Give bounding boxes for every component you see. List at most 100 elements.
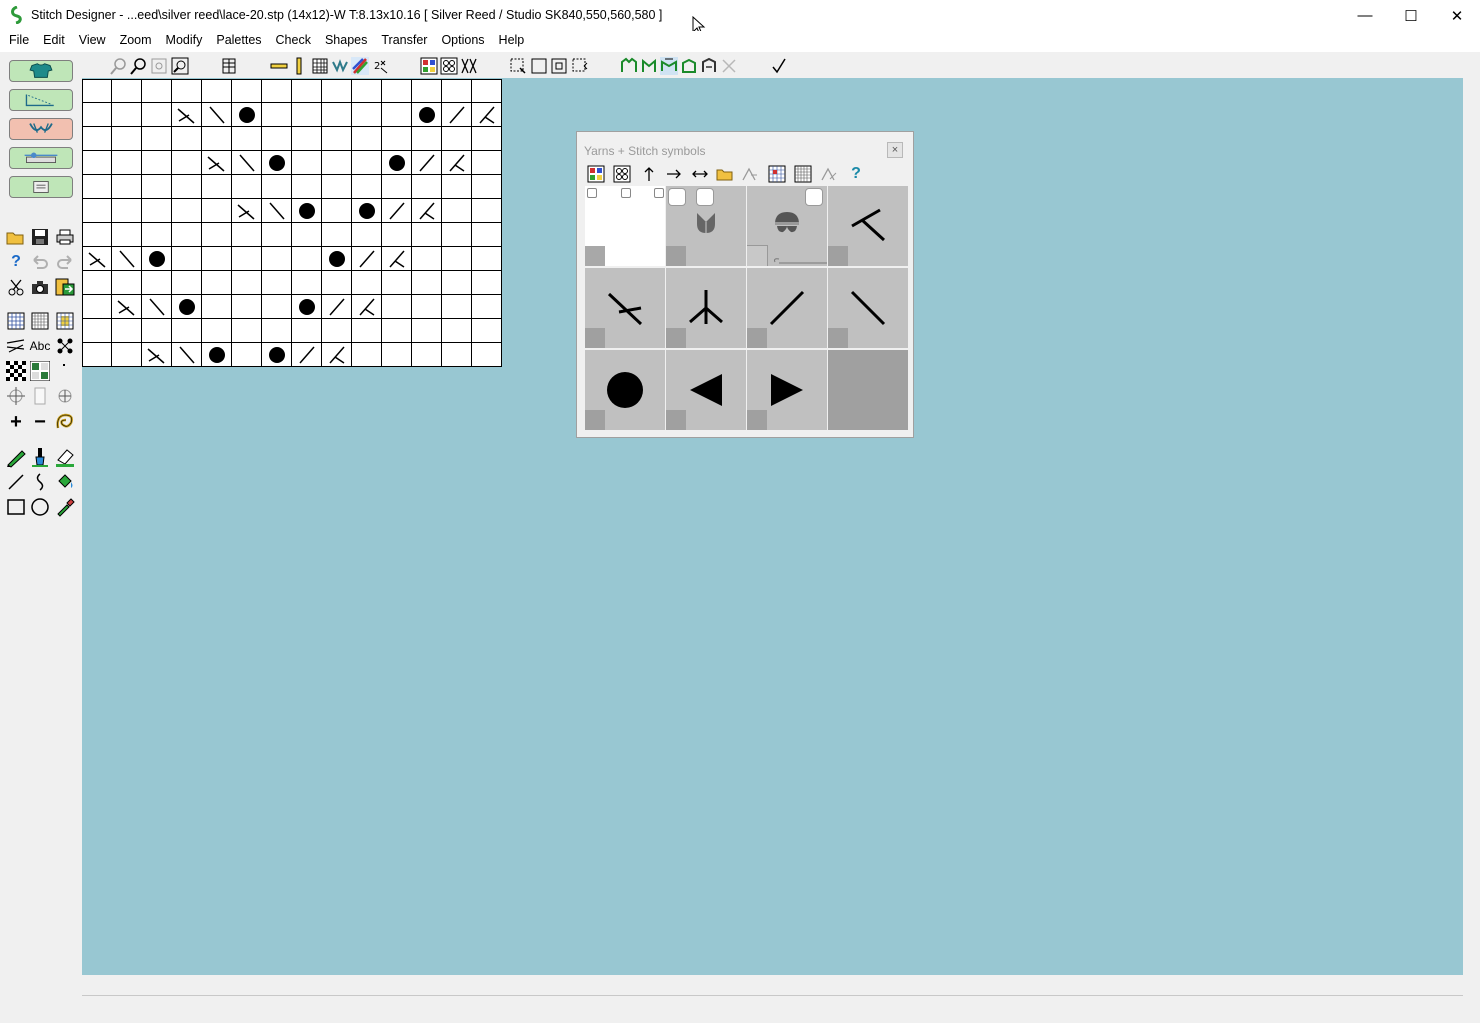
grid-cell[interactable] [382, 343, 412, 367]
grid-cell[interactable] [142, 223, 172, 247]
grid-cell[interactable] [112, 319, 142, 343]
grid-cell[interactable] [442, 127, 472, 151]
checkbox-small[interactable] [654, 188, 664, 198]
grid-cell[interactable] [262, 175, 292, 199]
grid-cell[interactable] [262, 199, 292, 223]
grid-cell[interactable] [472, 319, 502, 343]
grid-cell[interactable] [112, 247, 142, 271]
grid-cell[interactable] [202, 247, 232, 271]
grid-cell[interactable] [142, 319, 172, 343]
grid-cell[interactable] [82, 223, 112, 247]
rotate-button[interactable] [54, 385, 76, 407]
grid-cell[interactable] [232, 79, 262, 103]
move-up-icon[interactable] [640, 165, 658, 183]
grid-cell[interactable] [322, 295, 352, 319]
mirror-vertical-icon[interactable] [640, 57, 658, 75]
block-fill-button[interactable] [29, 360, 51, 382]
grid-cell[interactable] [472, 175, 502, 199]
grid-cell[interactable] [202, 175, 232, 199]
expand-pattern-icon[interactable] [700, 57, 718, 75]
grid-cell[interactable] [472, 223, 502, 247]
menu-file[interactable]: File [2, 31, 36, 52]
stitch-count-icon[interactable]: 2 [372, 57, 390, 75]
grid-cell[interactable] [142, 79, 172, 103]
knit-machine-icon[interactable] [220, 57, 238, 75]
chart-graph-button[interactable] [9, 89, 73, 111]
grid-cell[interactable] [82, 103, 112, 127]
grid-cell[interactable] [382, 223, 412, 247]
menu-palettes[interactable]: Palettes [209, 31, 268, 52]
pencil-tool-button[interactable] [5, 446, 27, 468]
select-region-icon[interactable] [509, 57, 527, 75]
grid-cell[interactable] [352, 127, 382, 151]
grid-cell[interactable] [112, 175, 142, 199]
brush-tool-button[interactable] [29, 446, 51, 468]
stitch-view-icon[interactable] [331, 57, 349, 75]
grid-cell[interactable] [172, 103, 202, 127]
fill-tool-button[interactable] [54, 471, 76, 493]
ellipse-tool-button[interactable] [29, 496, 51, 518]
grid-cell[interactable] [442, 295, 472, 319]
grid-cell[interactable] [82, 79, 112, 103]
grid-cell[interactable] [412, 103, 442, 127]
colour-chart-button[interactable] [54, 310, 76, 332]
swatch-transfer-forward[interactable] [747, 268, 827, 348]
swatch-checkbox[interactable] [696, 188, 714, 206]
grid-cell[interactable] [82, 199, 112, 223]
grid-cell[interactable] [382, 175, 412, 199]
grid-cell[interactable] [172, 271, 202, 295]
move-right-icon[interactable] [665, 165, 683, 183]
grid-cell[interactable] [382, 295, 412, 319]
grid-cell[interactable] [442, 103, 472, 127]
menu-help[interactable]: Help [492, 31, 532, 52]
rectangle-tool-button[interactable] [5, 496, 27, 518]
grid-cell[interactable] [232, 295, 262, 319]
grid-cell[interactable] [232, 223, 262, 247]
lace-transfer-icon[interactable] [720, 57, 738, 75]
grid-cell[interactable] [292, 199, 322, 223]
grid-cell[interactable] [172, 247, 202, 271]
grid-cell[interactable] [472, 271, 502, 295]
grid-cell[interactable] [322, 79, 352, 103]
grid-cell[interactable] [82, 175, 112, 199]
close-window-button[interactable]: ✕ [1434, 0, 1480, 31]
swatch-k2tog-right[interactable] [585, 268, 665, 348]
grid-cell[interactable] [382, 127, 412, 151]
grid-cell[interactable] [172, 79, 202, 103]
grid-cell[interactable] [142, 175, 172, 199]
stitch-chart-grid[interactable] [82, 79, 502, 367]
mirror-horizontal-icon[interactable] [620, 57, 638, 75]
grid-cell[interactable] [472, 247, 502, 271]
grid-cell[interactable] [322, 127, 352, 151]
grid-cell[interactable] [352, 175, 382, 199]
vertical-ruler-icon[interactable] [290, 57, 308, 75]
repeat-pattern-icon[interactable] [680, 57, 698, 75]
eraser-tool-button[interactable] [54, 446, 76, 468]
grid-cell[interactable] [352, 103, 382, 127]
stitch-pattern-button[interactable] [9, 118, 73, 140]
grid-cell[interactable] [382, 151, 412, 175]
grid-cell[interactable] [412, 295, 442, 319]
cast-on-button[interactable] [5, 335, 27, 357]
grid-icon[interactable] [311, 57, 329, 75]
grid-cell[interactable] [442, 223, 472, 247]
grid-cell[interactable] [232, 319, 262, 343]
grid-cell[interactable] [112, 271, 142, 295]
grid-cell[interactable] [382, 247, 412, 271]
grid-cell[interactable] [352, 151, 382, 175]
grid-cell[interactable] [412, 199, 442, 223]
grid-cell[interactable] [202, 151, 232, 175]
menu-transfer[interactable]: Transfer [374, 31, 434, 52]
grid-cell[interactable] [232, 343, 262, 367]
horizontal-ruler-icon[interactable] [270, 57, 288, 75]
maximize-button[interactable]: ☐ [1388, 0, 1434, 31]
fine-grid-button[interactable] [29, 310, 51, 332]
checkbox-small[interactable] [587, 188, 597, 198]
grid-cell[interactable] [292, 103, 322, 127]
grid-cell[interactable] [232, 103, 262, 127]
grid-cell[interactable] [262, 103, 292, 127]
print-button[interactable] [54, 226, 76, 248]
grid-cell[interactable] [262, 343, 292, 367]
reduce-palette-icon[interactable] [741, 165, 759, 183]
grid-cell[interactable] [142, 295, 172, 319]
